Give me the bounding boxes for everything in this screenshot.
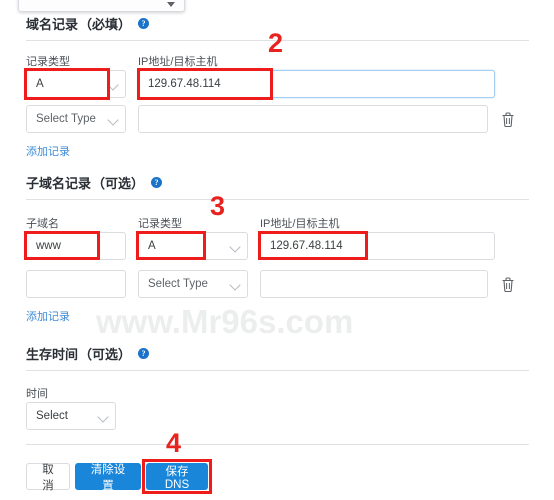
label-subdomain: 子域名 <box>26 218 59 230</box>
subdomain-records-title: 子域名记录 <box>26 176 92 191</box>
subdomain-records-required-tag: （可选） <box>92 176 145 191</box>
chevron-down-icon <box>167 2 175 7</box>
help-circle-icon[interactable]: ? <box>138 18 150 29</box>
domain-records-heading: 域名记录 （必填） ? <box>26 14 529 40</box>
footer-divider <box>26 444 529 445</box>
clear-settings-button[interactable]: 清除设置 <box>75 463 141 492</box>
chevron-down-icon <box>107 79 119 91</box>
subdomain-record-type-value-1: A <box>148 240 156 252</box>
label-ttl-time: 时间 <box>26 388 48 400</box>
subdomain-ip-input-1[interactable] <box>260 232 495 260</box>
top-partial-select[interactable] <box>18 0 185 12</box>
subdomain-name-input-1[interactable] <box>26 232 126 260</box>
label-ip-host: IP地址/目标主机 <box>138 56 218 68</box>
domain-record-type-select-1[interactable]: A <box>26 70 126 98</box>
ttl-select-value: Select <box>36 410 68 422</box>
help-circle-icon[interactable]: ? <box>151 177 163 188</box>
label-record-type: 记录类型 <box>26 56 70 68</box>
domain-record-ip-input-2[interactable] <box>138 105 488 133</box>
delete-row-icon[interactable] <box>500 276 516 294</box>
subdomain-ip-input-2[interactable] <box>260 270 488 298</box>
subdomain-record-type-value-2: Select Type <box>148 278 208 290</box>
section-subdomain-records: 子域名记录 （可选） ? <box>26 173 529 200</box>
label-subdomain-ip-host: IP地址/目标主机 <box>260 218 340 230</box>
label-subdomain-record-type: 记录类型 <box>138 218 182 230</box>
ttl-heading: 生存时间 （可选） ? <box>26 344 529 370</box>
watermark: www.Mr96s.com <box>96 303 354 340</box>
save-dns-button[interactable]: 保存DNS <box>146 463 208 491</box>
add-subdomain-record-link[interactable]: 添加记录 <box>26 308 70 324</box>
chevron-down-icon <box>229 279 241 291</box>
section-domain-records: 域名记录 （必填） ? <box>26 14 529 41</box>
subdomain-record-type-select-1[interactable]: A <box>138 232 248 260</box>
ttl-select[interactable]: Select <box>26 402 116 430</box>
cancel-button[interactable]: 取消 <box>26 463 70 492</box>
divider <box>26 199 529 200</box>
section-ttl: 生存时间 （可选） ? <box>26 344 529 371</box>
add-domain-record-link[interactable]: 添加记录 <box>26 143 70 159</box>
divider <box>26 40 529 41</box>
domain-record-ip-input-1[interactable] <box>138 70 495 98</box>
domain-record-type-value-1: A <box>36 78 44 90</box>
chevron-down-icon <box>97 411 109 423</box>
divider <box>26 370 529 371</box>
domain-record-type-value-2: Select Type <box>36 113 96 125</box>
ttl-required-tag: （可选） <box>79 347 132 362</box>
ttl-title: 生存时间 <box>26 347 79 362</box>
domain-records-title: 域名记录 <box>26 17 79 32</box>
chevron-down-icon <box>107 114 119 126</box>
domain-records-required-tag: （必填） <box>79 17 132 32</box>
subdomain-record-type-select-2[interactable]: Select Type <box>138 270 248 298</box>
delete-row-icon[interactable] <box>500 111 516 129</box>
subdomain-name-input-2[interactable] <box>26 270 126 298</box>
chevron-down-icon <box>229 241 241 253</box>
help-circle-icon[interactable]: ? <box>138 348 150 359</box>
domain-record-type-select-2[interactable]: Select Type <box>26 105 126 133</box>
subdomain-records-heading: 子域名记录 （可选） ? <box>26 173 529 199</box>
